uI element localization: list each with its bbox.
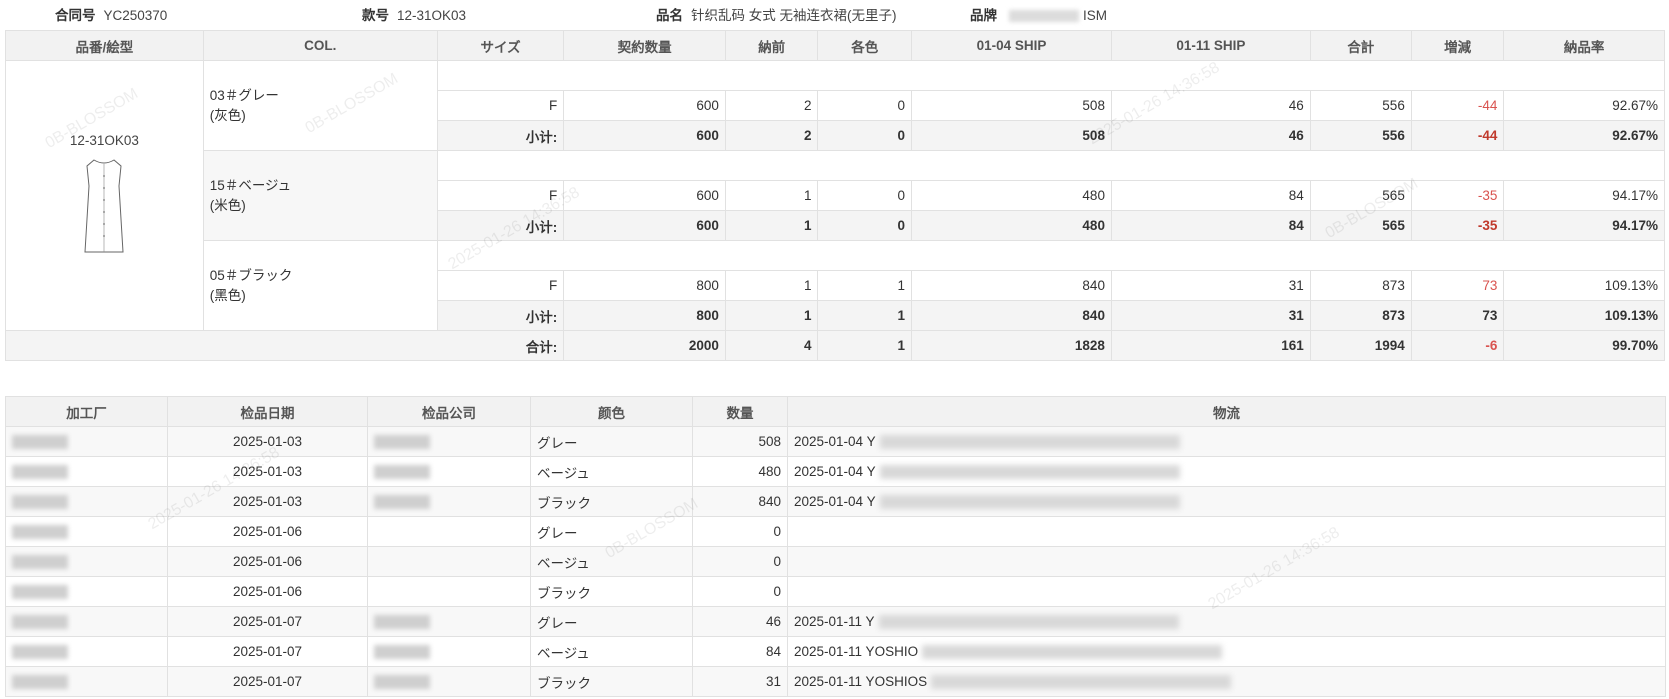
col-header: 各色	[817, 30, 913, 61]
col-header: サイズ	[436, 30, 565, 61]
product-name: 品名 针织乱码 女式 无袖连衣裙(无里子)	[656, 8, 897, 23]
col-header: 01-11 SHIP	[1110, 30, 1311, 61]
contract-number: 合同号 YC250370	[55, 8, 168, 23]
color-cell: 15＃ベージュ (米色)	[202, 150, 438, 241]
inspection-logistics-table: 加工厂 检品日期 检品公司 颜色 数量 物流 2025-01-03 グレー 508 2…	[5, 396, 1666, 697]
redacted-block	[374, 465, 430, 480]
col-header: 増減	[1410, 30, 1505, 61]
spacer-row: 15＃ベージュ (米色)	[6, 150, 1666, 241]
redacted-block	[12, 675, 68, 690]
delivery-summary-table: 品番/絵型 COL. サイズ 契約数量 納前 各色 01-04 SHIP 01-…	[4, 30, 1666, 361]
table-header-row: 品番/絵型 COL. サイズ 契約数量 納前 各色 01-04 SHIP 01-…	[5, 30, 1665, 61]
spacer-row: 12-31OK03 03＃グレー (灰色)	[5, 60, 1666, 331]
redacted-block	[374, 615, 430, 630]
style-image-cell: 12-31OK03	[5, 60, 204, 331]
col-header: 检品公司	[367, 396, 531, 427]
redacted-block	[12, 495, 68, 510]
redacted-block	[374, 645, 430, 660]
col-header: 合計	[1309, 30, 1412, 61]
redacted-block	[931, 675, 1232, 690]
redacted-block	[12, 435, 68, 450]
redacted-block	[12, 525, 68, 540]
col-header: 颜色	[530, 396, 693, 427]
table-row: 2025-01-07 グレー 46 2025-01-11 Y	[5, 606, 1666, 637]
col-header: 01-04 SHIP	[911, 30, 1112, 61]
redacted-block	[12, 645, 68, 660]
redacted-block	[12, 555, 68, 570]
redacted-block	[12, 585, 68, 600]
grand-total-row: 合计: 2000 4 1 1828 161 1994 -6 99.70%	[4, 330, 1665, 361]
col-header: 納前	[724, 30, 819, 61]
redacted-block	[878, 615, 1179, 630]
redacted-block	[922, 645, 1223, 660]
table-row: 2025-01-03 ブラック 840 2025-01-04 Y	[5, 486, 1666, 517]
style-number: 款号 12-31OK03	[362, 8, 467, 23]
spacer-row: 05＃ブラック (黑色)	[6, 240, 1666, 331]
table-header-row: 加工厂 检品日期 检品公司 颜色 数量 物流	[5, 396, 1666, 427]
contract-header: 合同号 YC250370 款号 12-31OK03 品名 针织乱码 女式 无袖连衣裙(…	[0, 0, 1669, 24]
redacted-block	[1009, 10, 1079, 23]
color-cell: 05＃ブラック (黑色)	[202, 240, 438, 331]
col-header: 检品日期	[167, 396, 368, 427]
col-header: 契約数量	[563, 30, 726, 61]
table-row: 2025-01-03 グレー 508 2025-01-04 Y	[5, 426, 1666, 457]
redacted-block	[374, 495, 430, 510]
brand: 品牌 ISM	[970, 8, 1108, 23]
redacted-block	[879, 435, 1180, 450]
redacted-block	[374, 675, 430, 690]
dress-sketch-icon	[84, 158, 124, 252]
table-row: 2025-01-06 ブラック 0	[5, 576, 1666, 607]
redacted-block	[12, 615, 68, 630]
style-number-label: 12-31OK03	[69, 132, 139, 148]
col-header: 納品率	[1503, 30, 1665, 61]
redacted-block	[879, 465, 1180, 480]
redacted-block	[374, 435, 430, 450]
table-row: 2025-01-06 ベージュ 0	[5, 546, 1666, 577]
redacted-block	[12, 465, 68, 480]
col-header: 数量	[692, 396, 788, 427]
color-cell: 03＃グレー (灰色)	[202, 60, 438, 151]
table-row: 2025-01-07 ベージュ 84 2025-01-11 YOSHIO	[5, 636, 1666, 667]
table-row: 2025-01-07 ブラック 31 2025-01-11 YOSHIOS	[5, 666, 1666, 697]
table-row: 2025-01-03 ベージュ 480 2025-01-04 Y	[5, 456, 1666, 487]
col-header: 品番/絵型	[5, 30, 204, 61]
col-header: 物流	[787, 396, 1666, 427]
col-header: 加工厂	[5, 396, 168, 427]
col-header: COL.	[202, 30, 438, 61]
table-row: 2025-01-06 グレー 0	[5, 516, 1666, 547]
redacted-block	[879, 495, 1180, 510]
